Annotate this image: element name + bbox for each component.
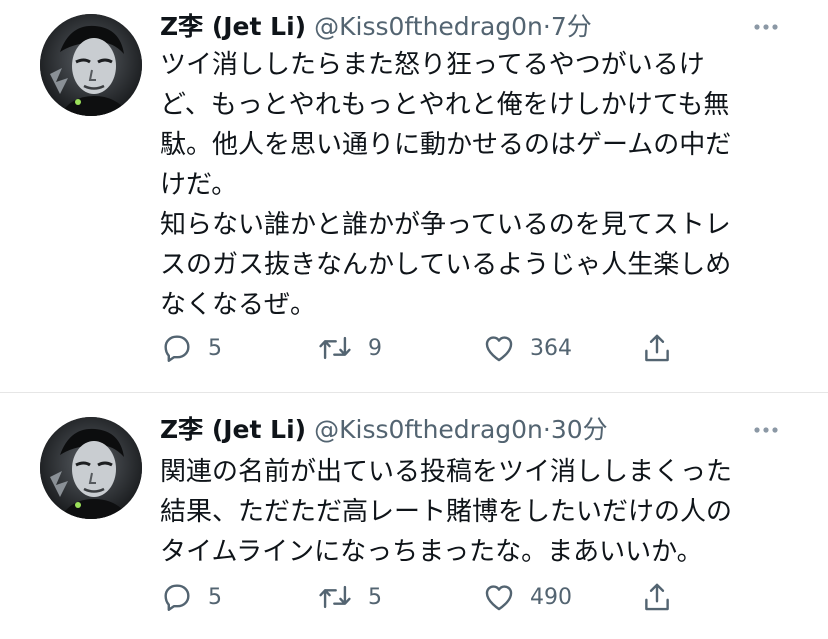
reply-button[interactable]: 5 — [160, 330, 222, 366]
share-button[interactable] — [640, 330, 674, 366]
tweet-actions: 5 5 490 — [160, 579, 700, 615]
profile-photo-icon — [40, 417, 142, 519]
timeline: Z李 (Jet Li) @Kiss0fthedrag0n·7分 ツイ消ししたらまた… — [0, 0, 828, 639]
tweet-actions: 5 9 364 — [160, 330, 700, 366]
display-name[interactable]: Z李 (Jet Li) — [160, 12, 306, 41]
reply-icon — [164, 584, 190, 611]
like-button[interactable]: 490 — [482, 579, 572, 615]
retweet-count: 5 — [368, 584, 382, 610]
retweet-button[interactable]: 9 — [316, 330, 382, 366]
avatar[interactable] — [40, 14, 142, 116]
share-icon — [645, 334, 669, 362]
reply-count: 5 — [208, 584, 222, 610]
more-icon — [754, 427, 778, 433]
more-button[interactable] — [748, 9, 784, 45]
like-icon — [485, 585, 513, 611]
timestamp[interactable]: 7分 — [551, 12, 592, 41]
avatar[interactable] — [40, 417, 142, 519]
user-handle[interactable]: @Kiss0fthedrag0n — [314, 12, 543, 41]
profile-photo-icon — [40, 14, 142, 116]
separator-dot: · — [542, 415, 551, 444]
more-button[interactable] — [748, 412, 784, 448]
tweet[interactable]: Z李 (Jet Li) @Kiss0fthedrag0n·30分 関連の名前が出て… — [0, 393, 828, 639]
timestamp[interactable]: 30分 — [551, 415, 608, 444]
tweet-text: 関連の名前が出ている投稿をツイ消ししまくった 結果、ただただ高レート賭博をしたい… — [160, 457, 733, 567]
like-icon — [485, 336, 513, 362]
separator-dot: · — [542, 12, 551, 41]
like-count: 490 — [530, 584, 572, 610]
retweet-button[interactable]: 5 — [316, 579, 382, 615]
tweet-text: ツイ消ししたらまた怒り狂ってるやつがいるけ ど、もっとやれもっとやれと俺をけしか… — [160, 50, 732, 320]
reply-button[interactable]: 5 — [160, 579, 222, 615]
reply-icon — [164, 335, 190, 362]
tweet-header: Z李 (Jet Li) @Kiss0fthedrag0n·30分 — [160, 412, 608, 448]
share-button[interactable] — [640, 579, 674, 615]
retweet-icon — [319, 336, 351, 360]
like-count: 364 — [530, 335, 572, 361]
user-handle[interactable]: @Kiss0fthedrag0n — [314, 415, 543, 444]
more-icon — [754, 24, 778, 30]
like-button[interactable]: 364 — [482, 330, 572, 366]
tweet[interactable]: Z李 (Jet Li) @Kiss0fthedrag0n·7分 ツイ消ししたらまた… — [0, 0, 828, 392]
retweet-count: 9 — [368, 335, 382, 361]
share-icon — [645, 583, 669, 611]
tweet-header: Z李 (Jet Li) @Kiss0fthedrag0n·7分 — [160, 9, 592, 45]
reply-count: 5 — [208, 335, 222, 361]
display-name[interactable]: Z李 (Jet Li) — [160, 415, 306, 444]
retweet-icon — [319, 585, 351, 609]
